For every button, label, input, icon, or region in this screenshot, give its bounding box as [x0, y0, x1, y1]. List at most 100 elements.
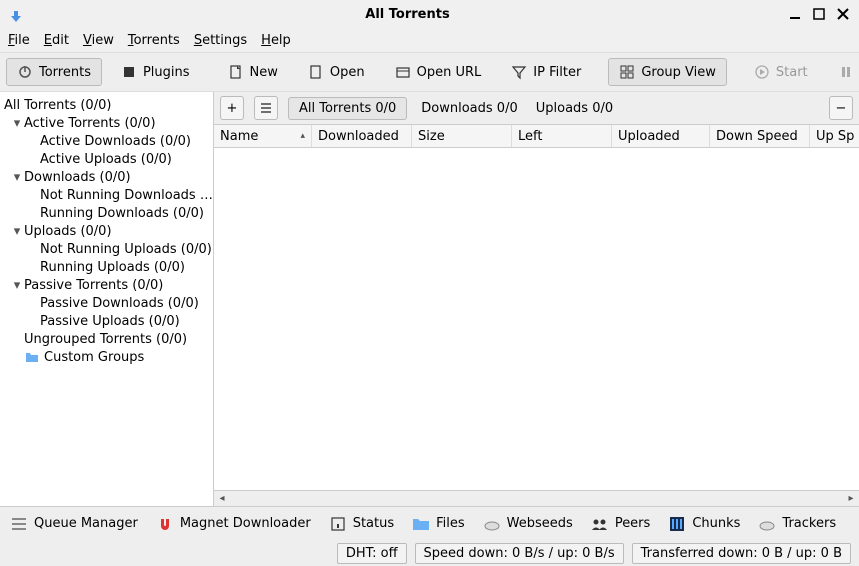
menu-help[interactable]: Help	[261, 33, 291, 48]
tree-active-uploads[interactable]: Active Uploads (0/0)	[0, 150, 213, 168]
torrents-label: Torrents	[39, 65, 91, 80]
minimize-button[interactable]	[789, 8, 805, 20]
chunks-tab[interactable]: Chunks	[668, 515, 740, 533]
pause-button[interactable]: Pause	[827, 58, 859, 86]
content-pane: + All Torrents 0/0 Downloads 0/0 Uploads…	[214, 92, 859, 506]
start-label: Start	[776, 65, 808, 80]
tree-downloads[interactable]: ▾Downloads (0/0)	[0, 168, 213, 186]
tree-uploads[interactable]: ▾Uploads (0/0)	[0, 222, 213, 240]
chunks-icon	[668, 515, 686, 533]
tree-active-torrents[interactable]: ▾Active Torrents (0/0)	[0, 114, 213, 132]
new-button[interactable]: New	[217, 58, 289, 86]
tree-running-downloads[interactable]: Running Downloads (0/0)	[0, 204, 213, 222]
horizontal-scrollbar[interactable]: ◂ ▸	[214, 490, 859, 506]
tree-all-torrents[interactable]: All Torrents (0/0)	[0, 96, 213, 114]
scroll-left-icon[interactable]: ◂	[214, 493, 230, 504]
chevron-down-icon[interactable]: ▾	[10, 170, 24, 185]
transfer-status: Transferred down: 0 B / up: 0 B	[632, 543, 851, 564]
magnet-downloader-tab[interactable]: Magnet Downloader	[156, 515, 311, 533]
dht-status: DHT: off	[337, 543, 407, 564]
tree-not-running-downloads[interactable]: Not Running Downloads …	[0, 186, 213, 204]
open-icon	[308, 64, 324, 80]
tree-custom-groups[interactable]: Custom Groups	[0, 348, 213, 366]
menu-file[interactable]: File	[8, 33, 30, 48]
bottom-tabs: Queue Manager Magnet Downloader Status F…	[0, 506, 859, 540]
tab-strip: + All Torrents 0/0 Downloads 0/0 Uploads…	[214, 92, 859, 124]
group-view-button[interactable]: Group View	[608, 58, 727, 86]
menu-torrents[interactable]: Torrents	[128, 33, 180, 48]
toolbar: Torrents Plugins New Open Open URL IP Fi…	[0, 52, 859, 92]
webseed-icon	[483, 515, 501, 533]
open-url-button[interactable]: Open URL	[384, 58, 493, 86]
trackers-tab[interactable]: Trackers	[758, 515, 836, 533]
magnet-icon	[156, 515, 174, 533]
tree-active-downloads[interactable]: Active Downloads (0/0)	[0, 132, 213, 150]
tree-running-uploads[interactable]: Running Uploads (0/0)	[0, 258, 213, 276]
tree-passive-downloads[interactable]: Passive Downloads (0/0)	[0, 294, 213, 312]
chevron-down-icon[interactable]: ▾	[10, 224, 24, 239]
play-icon	[754, 64, 770, 80]
group-view-label: Group View	[641, 65, 716, 80]
maximize-button[interactable]	[813, 8, 829, 20]
menu-edit[interactable]: Edit	[44, 33, 69, 48]
tab-downloads[interactable]: Downloads 0/0	[417, 98, 521, 119]
plugins-label: Plugins	[143, 65, 190, 80]
column-uploaded[interactable]: Uploaded	[612, 125, 710, 147]
plugins-button[interactable]: Plugins	[110, 58, 201, 86]
queue-manager-tab[interactable]: Queue Manager	[10, 515, 138, 533]
url-icon	[395, 64, 411, 80]
queue-icon	[10, 515, 28, 533]
group-icon	[619, 64, 635, 80]
titlebar: All Torrents	[0, 0, 859, 28]
ip-filter-label: IP Filter	[533, 65, 581, 80]
tracker-icon	[758, 515, 776, 533]
files-tab[interactable]: Files	[412, 515, 465, 533]
peers-icon	[591, 515, 609, 533]
tree-passive-torrents[interactable]: ▾Passive Torrents (0/0)	[0, 276, 213, 294]
folder-icon	[24, 350, 40, 364]
column-downloaded[interactable]: Downloaded	[312, 125, 412, 147]
menu-settings[interactable]: Settings	[194, 33, 247, 48]
status-tab[interactable]: Status	[329, 515, 394, 533]
info-icon	[329, 515, 347, 533]
ip-filter-button[interactable]: IP Filter	[500, 58, 592, 86]
folder-icon	[412, 515, 430, 533]
table-body[interactable]	[214, 148, 859, 490]
app-icon	[6, 4, 26, 24]
peers-tab[interactable]: Peers	[591, 515, 651, 533]
webseeds-tab[interactable]: Webseeds	[483, 515, 573, 533]
plugin-icon	[121, 64, 137, 80]
menu-view[interactable]: View	[83, 33, 114, 48]
open-url-label: Open URL	[417, 65, 482, 80]
column-up-speed[interactable]: Up Sp	[810, 125, 859, 147]
close-tab-button[interactable]: −	[829, 96, 853, 120]
tab-uploads[interactable]: Uploads 0/0	[532, 98, 617, 119]
filter-icon	[511, 64, 527, 80]
menubar: File Edit View Torrents Settings Help	[0, 28, 859, 52]
add-tab-button[interactable]: +	[220, 96, 244, 120]
new-icon	[228, 64, 244, 80]
tree-passive-uploads[interactable]: Passive Uploads (0/0)	[0, 312, 213, 330]
main-area: All Torrents (0/0) ▾Active Torrents (0/0…	[0, 92, 859, 506]
column-down-speed[interactable]: Down Speed	[710, 125, 810, 147]
new-label: New	[250, 65, 278, 80]
sidebar-tree[interactable]: All Torrents (0/0) ▾Active Torrents (0/0…	[0, 92, 214, 506]
scroll-right-icon[interactable]: ▸	[843, 493, 859, 504]
tab-all-torrents[interactable]: All Torrents 0/0	[288, 97, 407, 120]
table-header: Name Downloaded Size Left Uploaded Down …	[214, 124, 859, 148]
start-button[interactable]: Start	[743, 58, 819, 86]
chevron-down-icon[interactable]: ▾	[10, 278, 24, 293]
power-icon	[17, 64, 33, 80]
column-size[interactable]: Size	[412, 125, 512, 147]
tree-ungrouped[interactable]: Ungrouped Torrents (0/0)	[0, 330, 213, 348]
tree-not-running-uploads[interactable]: Not Running Uploads (0/0)	[0, 240, 213, 258]
close-button[interactable]	[837, 8, 853, 20]
open-button[interactable]: Open	[297, 58, 376, 86]
list-button[interactable]	[254, 96, 278, 120]
window-title: All Torrents	[26, 7, 789, 22]
chevron-down-icon[interactable]: ▾	[10, 116, 24, 131]
column-left[interactable]: Left	[512, 125, 612, 147]
torrents-button[interactable]: Torrents	[6, 58, 102, 86]
column-name[interactable]: Name	[214, 125, 312, 147]
pause-icon	[838, 64, 854, 80]
